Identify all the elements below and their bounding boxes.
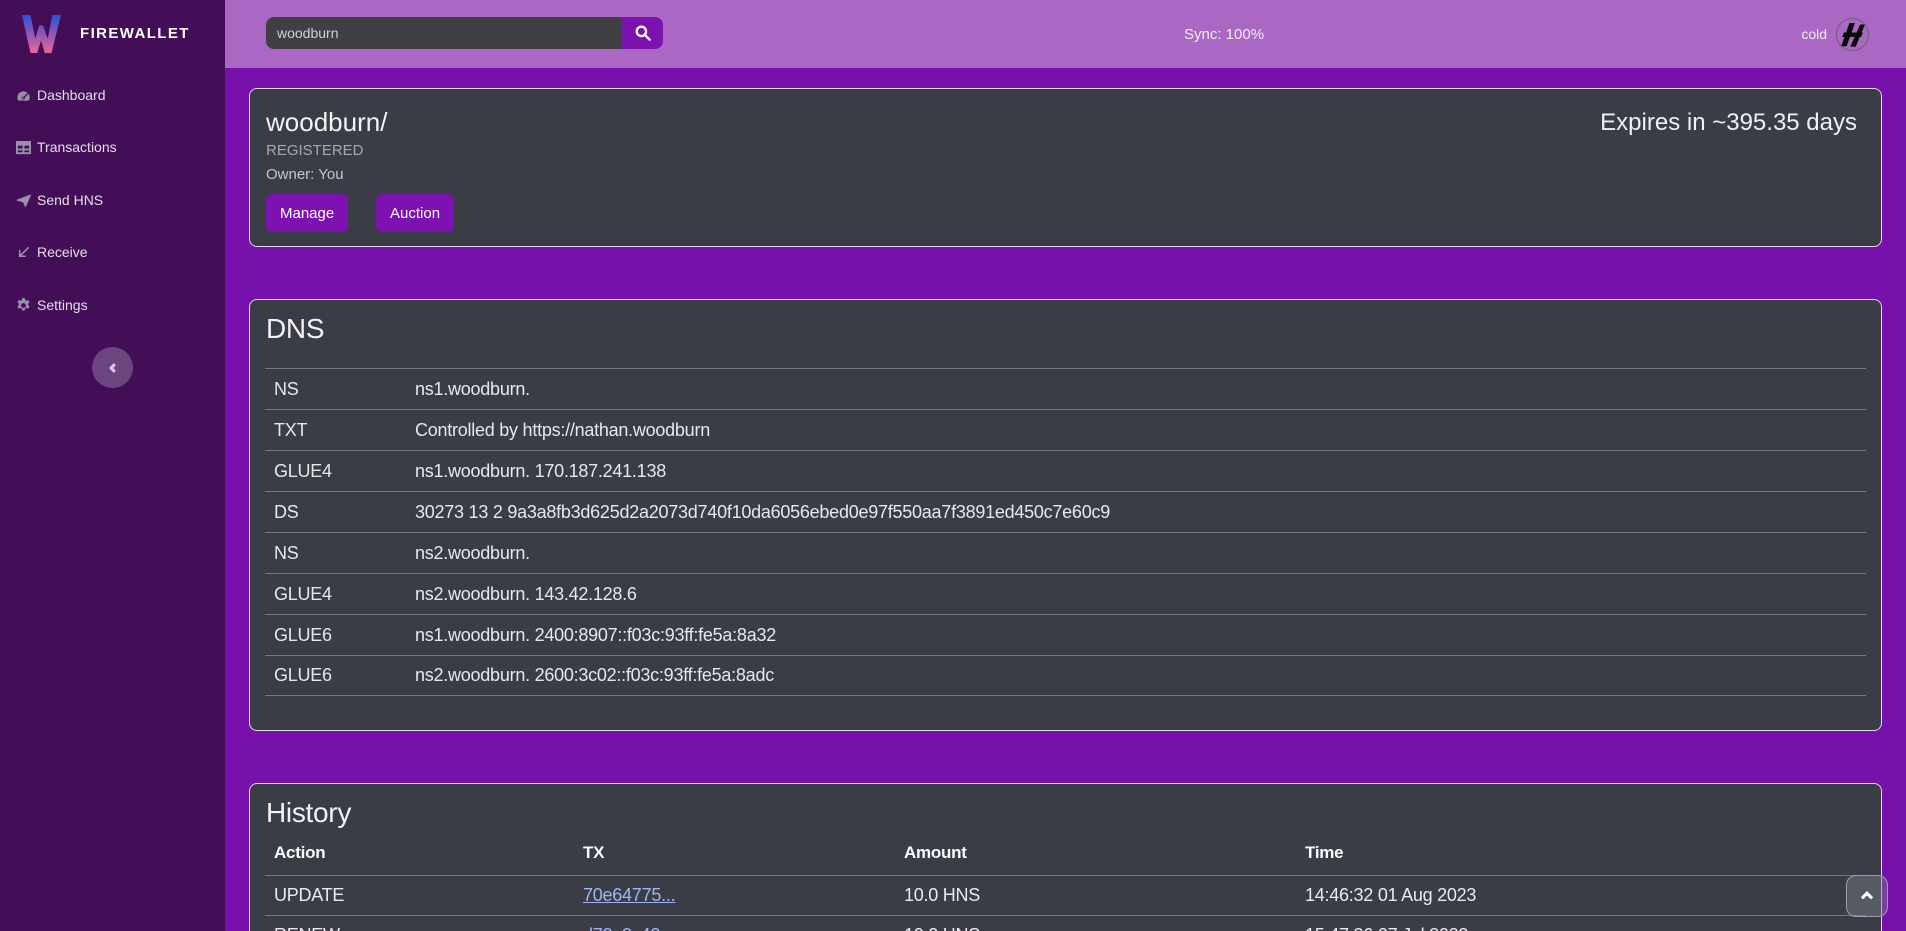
- scroll-to-top-button[interactable]: [1846, 875, 1888, 917]
- gear-icon: [16, 298, 31, 313]
- dns-record-value: ns1.woodburn.: [415, 379, 1866, 400]
- dns-record-type: NS: [265, 543, 415, 564]
- sidebar-item-dashboard[interactable]: Dashboard: [16, 83, 106, 107]
- sidebar-item-label: Send HNS: [37, 192, 103, 208]
- domain-expiry: Expires in ~395.35 days: [1600, 109, 1857, 138]
- dns-record-value: Controlled by https://nathan.woodburn: [415, 420, 1866, 441]
- sidebar-item-label: Dashboard: [37, 87, 106, 103]
- domain-name: woodburn/: [266, 107, 387, 138]
- firewallet-logo-icon: [20, 14, 62, 54]
- dashboard-icon: [16, 88, 31, 103]
- wallet-name: cold: [1801, 26, 1827, 42]
- dns-record-value: ns1.woodburn. 170.187.241.138: [415, 461, 1866, 482]
- search-icon: [634, 24, 652, 42]
- dns-table: NS ns1.woodburn. TXT Controlled by https…: [265, 368, 1866, 696]
- dns-record-type: TXT: [265, 420, 415, 441]
- history-table-header: Action TX Amount Time: [265, 837, 1866, 875]
- dns-record-type: GLUE4: [265, 584, 415, 605]
- sidebar-item-label: Transactions: [37, 139, 117, 155]
- history-row: UPDATE 70e64775... 10.0 HNS 14:46:32 01 …: [265, 875, 1866, 915]
- history-table: Action TX Amount Time UPDATE 70e64775...…: [265, 837, 1866, 931]
- dns-record-value: ns2.woodburn.: [415, 543, 1866, 564]
- dns-record-row: GLUE6 ns1.woodburn. 2400:8907::f03c:93ff…: [265, 614, 1866, 655]
- sidebar: FIREWALLET Dashboard Transactions Send H…: [0, 0, 225, 931]
- tx-link[interactable]: 70e64775...: [583, 885, 675, 905]
- sidebar-item-label: Receive: [37, 244, 88, 260]
- sidebar-item-label: Settings: [37, 297, 88, 313]
- chevron-up-icon: [1856, 885, 1878, 907]
- dns-record-value: ns2.woodburn. 143.42.128.6: [415, 584, 1866, 605]
- sidebar-item-settings[interactable]: Settings: [16, 293, 88, 317]
- history-amount: 10.0 HNS: [904, 885, 1305, 906]
- sidebar-collapse-button[interactable]: [92, 347, 133, 388]
- dns-card: DNS NS ns1.woodburn. TXT Controlled by h…: [249, 299, 1882, 731]
- manage-button[interactable]: Manage: [266, 194, 348, 232]
- handshake-logo-icon: [1838, 20, 1867, 49]
- sidebar-item-transactions[interactable]: Transactions: [16, 135, 117, 159]
- history-col-amount: Amount: [904, 843, 1305, 863]
- sidebar-item-receive[interactable]: Receive: [16, 240, 88, 264]
- receive-arrow-icon: [16, 245, 31, 260]
- account-avatar[interactable]: [1836, 18, 1869, 51]
- domain-owner: Owner: You: [266, 166, 344, 184]
- history-tx-cell: 70e64775...: [583, 885, 904, 906]
- history-amount: 10.0 HNS: [904, 925, 1305, 931]
- history-time: 14:46:32 01 Aug 2023: [1305, 885, 1866, 906]
- domain-status: REGISTERED: [266, 142, 364, 160]
- history-action: RENEW: [265, 925, 583, 931]
- dns-record-row: TXT Controlled by https://nathan.woodbur…: [265, 409, 1866, 450]
- table-icon: [16, 140, 31, 155]
- history-col-action: Action: [265, 843, 583, 863]
- dns-record-type: DS: [265, 502, 415, 523]
- dns-record-value: 30273 13 2 9a3a8fb3d625d2a2073d740f10da6…: [415, 502, 1866, 523]
- send-icon: [16, 193, 31, 208]
- brand[interactable]: FIREWALLET: [20, 13, 190, 54]
- history-card-title: History: [266, 796, 351, 830]
- topbar: Sync: 100% cold: [225, 0, 1906, 68]
- dns-record-row: GLUE6 ns2.woodburn. 2600:3c02::f03c:93ff…: [265, 655, 1866, 696]
- dns-record-type: GLUE6: [265, 665, 415, 686]
- dns-record-row: GLUE4 ns2.woodburn. 143.42.128.6: [265, 573, 1866, 614]
- user-group: cold: [1801, 0, 1869, 68]
- search-button[interactable]: [622, 17, 663, 49]
- chevron-left-icon: [106, 361, 120, 375]
- history-row: RENEW d72e3c42... 10.0 HNS 15:47:36 07 J…: [265, 915, 1866, 931]
- dns-record-row: NS ns1.woodburn.: [265, 368, 1866, 409]
- dns-record-type: GLUE4: [265, 461, 415, 482]
- auction-button[interactable]: Auction: [376, 194, 454, 232]
- search-input[interactable]: [266, 17, 622, 49]
- history-col-tx: TX: [583, 843, 904, 863]
- dns-record-row: NS ns2.woodburn.: [265, 532, 1866, 573]
- domain-card: woodburn/ REGISTERED Owner: You Expires …: [249, 88, 1882, 247]
- dns-record-row: GLUE4 ns1.woodburn. 170.187.241.138: [265, 450, 1866, 491]
- dns-record-row: DS 30273 13 2 9a3a8fb3d625d2a2073d740f10…: [265, 491, 1866, 532]
- brand-name: FIREWALLET: [80, 25, 190, 42]
- search-group: [266, 17, 663, 49]
- history-tx-cell: d72e3c42...: [583, 925, 904, 931]
- dns-record-value: ns1.woodburn. 2400:8907::f03c:93ff:fe5a:…: [415, 625, 1866, 646]
- main-content: woodburn/ REGISTERED Owner: You Expires …: [225, 68, 1906, 931]
- dns-record-type: GLUE6: [265, 625, 415, 646]
- dns-record-type: NS: [265, 379, 415, 400]
- history-action: UPDATE: [265, 885, 583, 906]
- sync-status: Sync: 100%: [1184, 26, 1264, 43]
- dns-card-title: DNS: [266, 312, 324, 346]
- sidebar-item-send-hns[interactable]: Send HNS: [16, 188, 103, 212]
- history-time: 15:47:36 07 Jul 2023: [1305, 925, 1866, 931]
- history-col-time: Time: [1305, 843, 1866, 863]
- dns-record-value: ns2.woodburn. 2600:3c02::f03c:93ff:fe5a:…: [415, 665, 1866, 686]
- tx-link[interactable]: d72e3c42...: [583, 925, 674, 931]
- history-card: History Action TX Amount Time UPDATE 70e…: [249, 783, 1882, 931]
